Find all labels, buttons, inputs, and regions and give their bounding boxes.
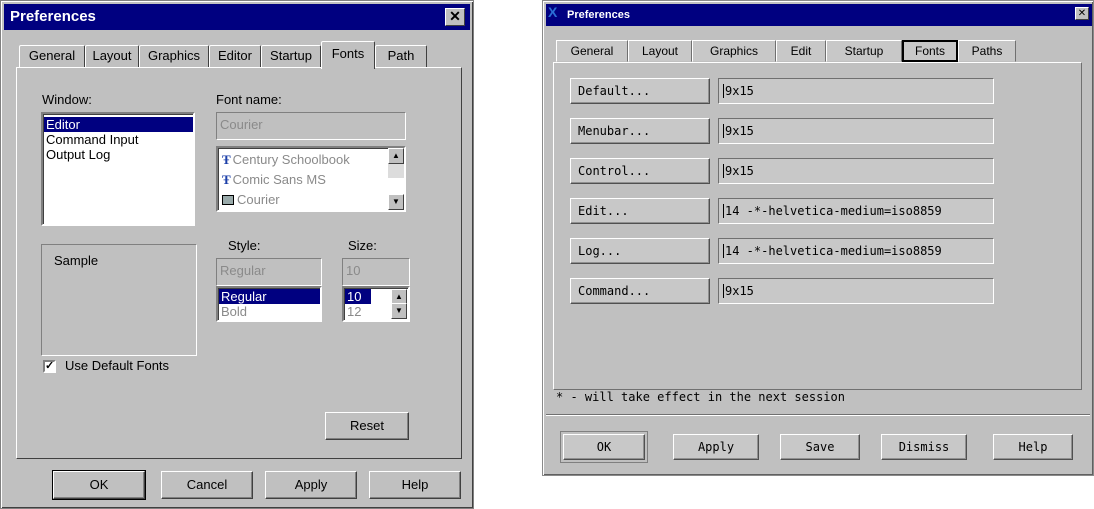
style-listbox[interactable]: Regular Bold: [216, 286, 322, 322]
cancel-button[interactable]: Cancel: [161, 471, 253, 499]
use-default-fonts-checkbox[interactable]: ✓: [43, 360, 56, 373]
menubar-font-button[interactable]: Menubar...: [570, 118, 710, 144]
tab-startup[interactable]: Startup: [261, 45, 321, 67]
edit-font-field[interactable]: 14 -*-helvetica-medium=iso8859: [718, 198, 994, 224]
control-font-button[interactable]: Control...: [570, 158, 710, 184]
scrollbar-track[interactable]: [388, 164, 404, 178]
tab-layout[interactable]: Layout: [85, 45, 139, 67]
text-cursor-icon: [723, 164, 724, 178]
list-item[interactable]: Bold: [219, 304, 320, 319]
log-font-field[interactable]: 14 -*-helvetica-medium=iso8859: [718, 238, 994, 264]
list-item[interactable]: Editor: [44, 117, 193, 132]
truetype-icon: Ŧ: [222, 172, 231, 187]
x-logo-icon: X: [548, 4, 558, 20]
font-name-listbox[interactable]: Ŧ Century Schoolbook Ŧ Comic Sans MS Couri…: [216, 146, 406, 212]
sample-label: Sample: [54, 253, 99, 268]
font-name-field[interactable]: Courier: [216, 112, 406, 140]
separator: [546, 414, 1090, 416]
list-item[interactable]: Regular: [219, 289, 320, 304]
help-button[interactable]: Help: [993, 434, 1073, 460]
fonts-tab-panel: Window: Editor Command Input Output Log …: [16, 67, 462, 459]
size-listbox[interactable]: 10 12 ▲ ▼: [342, 286, 410, 322]
style-field[interactable]: Regular: [216, 258, 322, 286]
fonts-tab-panel: [553, 62, 1082, 390]
text-cursor-icon: [723, 84, 724, 98]
window-label: Window:: [42, 92, 92, 107]
dismiss-button[interactable]: Dismiss: [881, 434, 967, 460]
tab-fonts[interactable]: Fonts: [321, 41, 375, 69]
text-cursor-icon: [723, 284, 724, 298]
save-button[interactable]: Save: [780, 434, 860, 460]
text-cursor-icon: [723, 124, 724, 138]
tab-startup[interactable]: Startup: [826, 40, 902, 62]
tab-graphics[interactable]: Graphics: [692, 40, 776, 62]
default-font-button[interactable]: Default...: [570, 78, 710, 104]
ok-button[interactable]: OK: [561, 432, 647, 462]
window-title: Preferences: [546, 4, 1092, 26]
scroll-up-icon[interactable]: ▲: [388, 148, 404, 164]
use-default-fonts-label: Use Default Fonts: [65, 358, 170, 373]
session-note: * - will take effect in the next session: [556, 390, 845, 404]
tab-general[interactable]: General: [556, 40, 628, 62]
apply-button[interactable]: Apply: [265, 471, 357, 499]
scroll-down-icon[interactable]: ▼: [391, 303, 407, 319]
list-item[interactable]: Command Input: [44, 132, 193, 147]
tab-editor[interactable]: Editor: [209, 45, 261, 67]
command-font-field[interactable]: 9x15: [718, 278, 994, 304]
tab-layout[interactable]: Layout: [628, 40, 692, 62]
truetype-icon: Ŧ: [222, 152, 231, 167]
log-font-button[interactable]: Log...: [570, 238, 710, 264]
close-icon[interactable]: ✕: [445, 8, 465, 26]
printer-font-icon: [222, 195, 234, 205]
list-item[interactable]: 10: [345, 289, 371, 304]
list-item[interactable]: Output Log: [44, 147, 193, 162]
text-cursor-icon: [723, 244, 724, 258]
control-font-field[interactable]: 9x15: [718, 158, 994, 184]
windows-preferences-dialog: Preferences ✕ General Layout Graphics Ed…: [0, 0, 474, 509]
tab-path[interactable]: Path: [375, 45, 427, 67]
size-label: Size:: [348, 238, 377, 253]
style-label: Style:: [228, 238, 261, 253]
list-item[interactable]: Ŧ Century Schoolbook: [220, 150, 404, 170]
list-item[interactable]: Ŧ Comic Sans MS: [220, 170, 404, 190]
help-button[interactable]: Help: [369, 471, 461, 499]
font-name-label: Font name:: [216, 92, 282, 107]
apply-button[interactable]: Apply: [673, 434, 759, 460]
size-field[interactable]: 10: [342, 258, 410, 286]
scroll-down-icon[interactable]: ▼: [388, 194, 404, 210]
tab-fonts[interactable]: Fonts: [902, 40, 958, 62]
menubar-font-field[interactable]: 9x15: [718, 118, 994, 144]
reset-button[interactable]: Reset: [325, 412, 409, 440]
sample-box: Sample: [41, 244, 197, 356]
command-font-button[interactable]: Command...: [570, 278, 710, 304]
close-icon[interactable]: ✕: [1075, 7, 1089, 20]
text-cursor-icon: [723, 204, 724, 218]
ok-button[interactable]: OK: [52, 470, 146, 500]
tab-general[interactable]: General: [19, 45, 85, 67]
tab-graphics[interactable]: Graphics: [139, 45, 209, 67]
tab-paths[interactable]: Paths: [958, 40, 1016, 62]
window-listbox[interactable]: Editor Command Input Output Log: [41, 112, 195, 226]
edit-font-button[interactable]: Edit...: [570, 198, 710, 224]
window-title: Preferences: [4, 4, 470, 30]
default-font-field[interactable]: 9x15: [718, 78, 994, 104]
list-item[interactable]: Courier: [220, 190, 404, 210]
tab-edit[interactable]: Edit: [776, 40, 826, 62]
font-name-value: Courier: [220, 117, 263, 132]
